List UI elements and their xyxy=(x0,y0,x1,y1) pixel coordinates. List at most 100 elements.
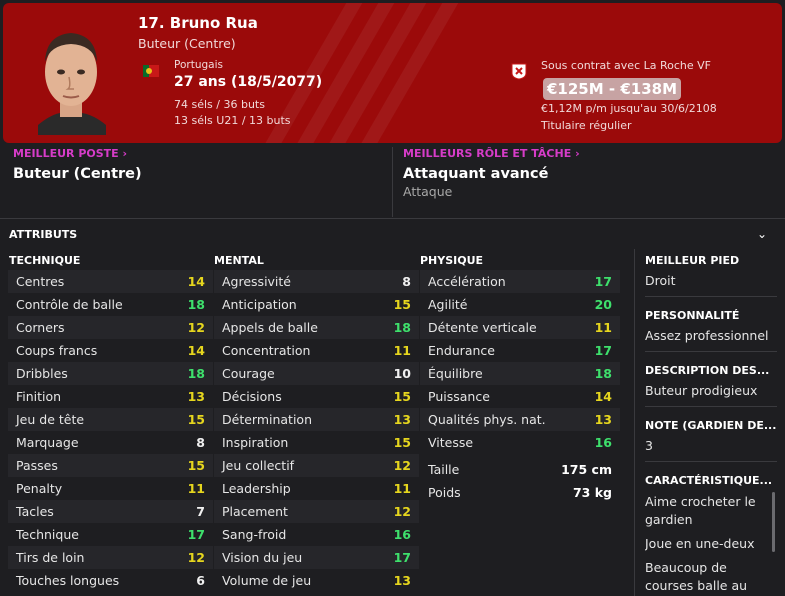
attribute-row[interactable]: Vision du jeu 17 xyxy=(214,546,419,569)
mental-list: Agressivité 8 Anticipation 15 Appels de ball… xyxy=(214,270,419,592)
attribute-name: Centres xyxy=(16,274,65,289)
attribute-row[interactable]: Jeu de tête 15 xyxy=(8,408,213,431)
attribute-row[interactable]: Vitesse 16 xyxy=(420,431,620,454)
attribute-row[interactable]: Inspiration 15 xyxy=(214,431,419,454)
traits-list: Aime crocheter le gardien Joue en une-deu… xyxy=(645,493,777,595)
attribute-row[interactable]: Anticipation 15 xyxy=(214,293,419,316)
technique-header: TECHNIQUE xyxy=(9,254,81,267)
attribute-row[interactable]: Volume de jeu 13 xyxy=(214,569,419,592)
transfer-value-badge[interactable]: €125M - €138M xyxy=(543,78,681,100)
chevron-down-icon[interactable]: ⌄ xyxy=(757,227,767,241)
chevron-right-icon: › xyxy=(122,147,128,160)
technique-list: Centres 14 Contrôle de balle 18 Corners 12 Cou… xyxy=(8,270,213,592)
attribute-name: Jeu collectif xyxy=(222,458,295,473)
attribute-row[interactable]: Touches longues 6 xyxy=(8,569,213,592)
attribute-value: 17 xyxy=(594,274,612,289)
attribute-row[interactable]: Contrôle de balle 18 xyxy=(8,293,213,316)
attribute-row[interactable]: Agressivité 8 xyxy=(214,270,419,293)
attribute-name: Volume de jeu xyxy=(222,573,312,588)
attribute-name: Placement xyxy=(222,504,288,519)
attribute-row[interactable]: Penalty 11 xyxy=(8,477,213,500)
physique-list: Accélération 17 Agilité 20 Détente verticale… xyxy=(420,270,620,454)
weight-row: Poids 73 kg xyxy=(420,481,620,504)
attribute-value: 12 xyxy=(393,504,411,519)
attribute-row[interactable]: Détermination 13 xyxy=(214,408,419,431)
best-position-panel[interactable]: MEILLEUR POSTE › Buteur (Centre) xyxy=(13,147,383,215)
attribute-row[interactable]: Sang-froid 16 xyxy=(214,523,419,546)
attribute-name: Vision du jeu xyxy=(222,550,303,565)
attribute-name: Qualités phys. nat. xyxy=(428,412,546,427)
trait-item: Joue en une-deux xyxy=(645,536,755,551)
attribute-name: Contrôle de balle xyxy=(16,297,123,312)
attribute-value: 14 xyxy=(187,343,205,358)
attribute-row[interactable]: Centres 14 xyxy=(8,270,213,293)
divider xyxy=(392,147,393,217)
attribute-row[interactable]: Coups francs 14 xyxy=(8,339,213,362)
attribute-row[interactable]: Détente verticale 11 xyxy=(420,316,620,339)
attribute-name: Corners xyxy=(16,320,65,335)
chevron-right-icon: › xyxy=(575,147,580,160)
attribute-row[interactable]: Courage 10 xyxy=(214,362,419,385)
attribute-row[interactable]: Finition 13 xyxy=(8,385,213,408)
attribute-name: Penalty xyxy=(16,481,63,496)
attribute-name: Passes xyxy=(16,458,58,473)
best-position-label[interactable]: MEILLEUR POSTE › xyxy=(13,147,383,160)
attribute-row[interactable]: Leadership 11 xyxy=(214,477,419,500)
contract-club[interactable]: Sous contrat avec La Roche VF xyxy=(541,59,711,72)
attribute-row[interactable]: Équilibre 18 xyxy=(420,362,620,385)
divider xyxy=(645,461,777,462)
attribute-value: 17 xyxy=(594,343,612,358)
attribute-row[interactable]: Technique 17 xyxy=(8,523,213,546)
attribute-value: 17 xyxy=(187,527,205,542)
attribute-name: Puissance xyxy=(428,389,490,404)
wage-info: €1,12M p/m jusqu'au 30/6/2108 xyxy=(541,102,717,115)
attribute-name: Concentration xyxy=(222,343,311,358)
attribute-row[interactable]: Appels de balle 18 xyxy=(214,316,419,339)
attribute-row[interactable]: Qualités phys. nat. 13 xyxy=(420,408,620,431)
attribute-value: 17 xyxy=(393,550,411,565)
attribute-row[interactable]: Tirs de loin 12 xyxy=(8,546,213,569)
attribute-value: 8 xyxy=(402,274,411,289)
player-name[interactable]: 17. Bruno Rua xyxy=(138,14,258,32)
attribute-row[interactable]: Marquage 8 xyxy=(8,431,213,454)
attribute-row[interactable]: Endurance 17 xyxy=(420,339,620,362)
attribute-row[interactable]: Passes 15 xyxy=(8,454,213,477)
attribute-row[interactable]: Placement 12 xyxy=(214,500,419,523)
attribute-value: 13 xyxy=(393,573,411,588)
best-position-value: Buteur (Centre) xyxy=(13,166,142,182)
attribute-name: Marquage xyxy=(16,435,79,450)
attribute-value: 12 xyxy=(187,550,205,565)
attribute-name: Courage xyxy=(222,366,275,381)
physical-measures: Taille 175 cm Poids 73 kg xyxy=(420,458,620,504)
media-description: DESCRIPTION DES... Buteur prodigieux xyxy=(645,364,770,398)
attribute-value: 6 xyxy=(196,573,205,588)
attribute-row[interactable]: Dribbles 18 xyxy=(8,362,213,385)
attribute-row[interactable]: Puissance 14 xyxy=(420,385,620,408)
attribute-value: 12 xyxy=(187,320,205,335)
attribute-value: 11 xyxy=(594,320,612,335)
attribute-row[interactable]: Concentration 11 xyxy=(214,339,419,362)
best-role-label[interactable]: MEILLEURS RÔLE ET TÂCHE › xyxy=(403,147,773,160)
attribute-row[interactable]: Tacles 7 xyxy=(8,500,213,523)
best-role-panel[interactable]: MEILLEURS RÔLE ET TÂCHE › Attaquant avan… xyxy=(403,147,773,215)
attribute-name: Dribbles xyxy=(16,366,68,381)
attribute-value: 16 xyxy=(594,435,612,450)
attribute-name: Agressivité xyxy=(222,274,292,289)
attribute-name: Accélération xyxy=(428,274,506,289)
attribute-row[interactable]: Agilité 20 xyxy=(420,293,620,316)
attribute-row[interactable]: Décisions 15 xyxy=(214,385,419,408)
attribute-value: 18 xyxy=(393,320,411,335)
u21-caps: 13 séls U21 / 13 buts xyxy=(174,114,291,127)
height-row: Taille 175 cm xyxy=(420,458,620,481)
scrollbar[interactable] xyxy=(772,492,775,552)
player-age: 27 ans (18/5/2077) xyxy=(174,74,323,90)
attribute-row[interactable]: Accélération 17 xyxy=(420,270,620,293)
attribute-value: 13 xyxy=(187,389,205,404)
attribute-value: 11 xyxy=(393,481,411,496)
nationality[interactable]: Portugais xyxy=(174,59,223,71)
attribute-name: Détente verticale xyxy=(428,320,537,335)
trait-item: Aime crocheter le gardien xyxy=(645,494,756,527)
attribute-row[interactable]: Jeu collectif 12 xyxy=(214,454,419,477)
attribute-row[interactable]: Corners 12 xyxy=(8,316,213,339)
attribute-name: Décisions xyxy=(222,389,282,404)
